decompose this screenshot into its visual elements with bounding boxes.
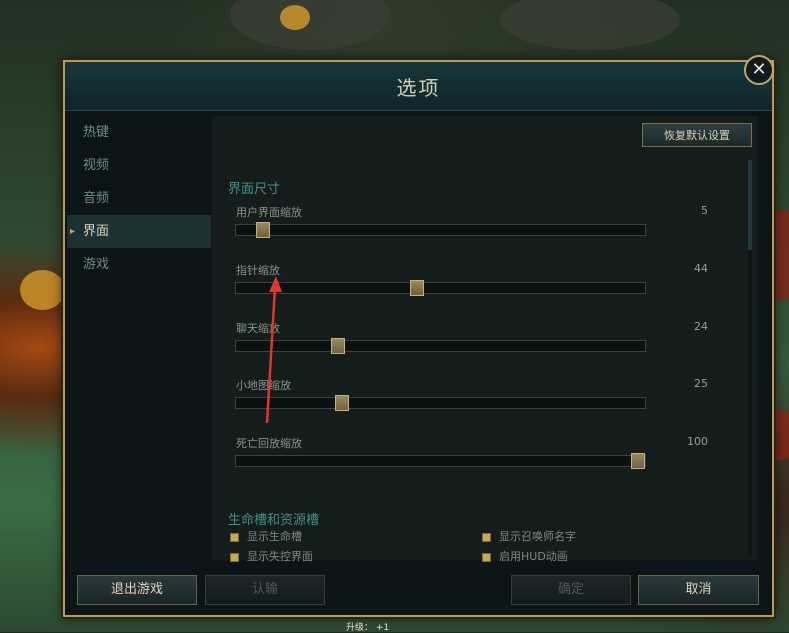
checkbox-show-health-bars[interactable] — [230, 532, 239, 542]
sidebar-item-video[interactable]: 视频 — [67, 149, 211, 182]
checkbox-row-hud-animations[interactable]: 启用HUD动画 — [482, 548, 568, 564]
slider-death-recap-scale[interactable] — [235, 453, 646, 469]
dialog-title: 选项 — [396, 76, 441, 100]
checkbox-show-summoner-names[interactable] — [482, 532, 491, 542]
slider-chat-scale[interactable] — [235, 338, 646, 354]
checkbox-row-show-summoner-names[interactable]: 显示召唤师名字 — [482, 528, 576, 544]
surrender-button[interactable]: 认输 — [205, 575, 325, 605]
exit-game-button[interactable]: 退出游戏 — [77, 575, 197, 605]
slider-knob-minimap-scale[interactable] — [334, 395, 349, 411]
slider-knob-chat-scale[interactable] — [330, 338, 345, 354]
background-enemy — [772, 210, 789, 300]
checkbox-row-show-health-bars[interactable]: 显示生命槽 — [230, 528, 302, 544]
slider-knob-ui-scale[interactable] — [255, 222, 270, 238]
background-rock — [500, 0, 680, 50]
section-title-health-bars: 生命槽和资源槽 — [228, 513, 320, 528]
slider-label-cursor-scale: 指针缩放 — [236, 264, 280, 277]
checkbox-show-cc-ui[interactable] — [230, 552, 239, 562]
slider-label-ui-scale: 用户界面缩放 — [236, 206, 302, 219]
interface-settings-panel: 恢复默认设置 界面尺寸 用户界面缩放 5 指针缩放 44 聊天缩放 24 小地图… — [212, 116, 758, 563]
slider-value-cursor-scale: 44 — [694, 262, 708, 275]
checkbox-hud-animations[interactable] — [482, 552, 491, 562]
options-dialog: 选项 热键 视频 音频 界面 游戏 恢复默认设置 界面尺寸 用户界面缩放 5 指… — [63, 60, 774, 617]
restore-defaults-button[interactable]: 恢复默认设置 — [642, 123, 752, 147]
sidebar-item-audio[interactable]: 音频 — [67, 182, 211, 215]
slider-value-death-recap-scale: 100 — [687, 435, 708, 448]
slider-label-minimap-scale: 小地图缩放 — [236, 379, 291, 392]
checkbox-label: 显示失控界面 — [247, 550, 313, 563]
slider-minimap-scale[interactable] — [235, 395, 646, 411]
scrollbar-thumb[interactable] — [748, 160, 752, 250]
slider-value-ui-scale: 5 — [701, 204, 708, 217]
sidebar-item-interface[interactable]: 界面 — [67, 215, 211, 248]
scrollbar[interactable] — [748, 160, 752, 555]
section-title-interface-size: 界面尺寸 — [228, 182, 281, 197]
slider-knob-death-recap-scale[interactable] — [631, 453, 645, 469]
background-fire — [20, 270, 65, 310]
slider-label-death-recap-scale: 死亡回放缩放 — [236, 437, 302, 450]
sidebar-item-hotkeys[interactable]: 热键 — [67, 116, 211, 149]
background-rock — [230, 0, 390, 50]
background-enemy — [774, 410, 789, 460]
slider-label-chat-scale: 聊天缩放 — [236, 322, 280, 335]
checkbox-label: 显示生命槽 — [247, 530, 302, 543]
checkbox-label: 显示召唤师名字 — [499, 530, 576, 543]
slider-cursor-scale[interactable] — [235, 280, 646, 296]
slider-ui-scale[interactable] — [235, 222, 646, 238]
checkbox-label: 启用HUD动画 — [499, 550, 568, 563]
sidebar-item-game[interactable]: 游戏 — [67, 248, 211, 281]
dialog-title-bar: 选项 — [65, 62, 772, 111]
close-button[interactable]: ✕ — [744, 55, 774, 85]
level-up-indicator: 升级： +1 — [346, 623, 390, 633]
options-sidebar: 热键 视频 音频 界面 游戏 — [67, 116, 211, 576]
slider-knob-cursor-scale[interactable] — [409, 280, 424, 296]
slider-value-minimap-scale: 25 — [694, 377, 708, 390]
checkbox-row-show-cc-ui[interactable]: 显示失控界面 — [230, 548, 313, 564]
cancel-button[interactable]: 取消 — [638, 575, 759, 605]
background-torch — [280, 5, 310, 30]
slider-value-chat-scale: 24 — [694, 320, 708, 333]
confirm-button[interactable]: 确定 — [511, 575, 631, 605]
